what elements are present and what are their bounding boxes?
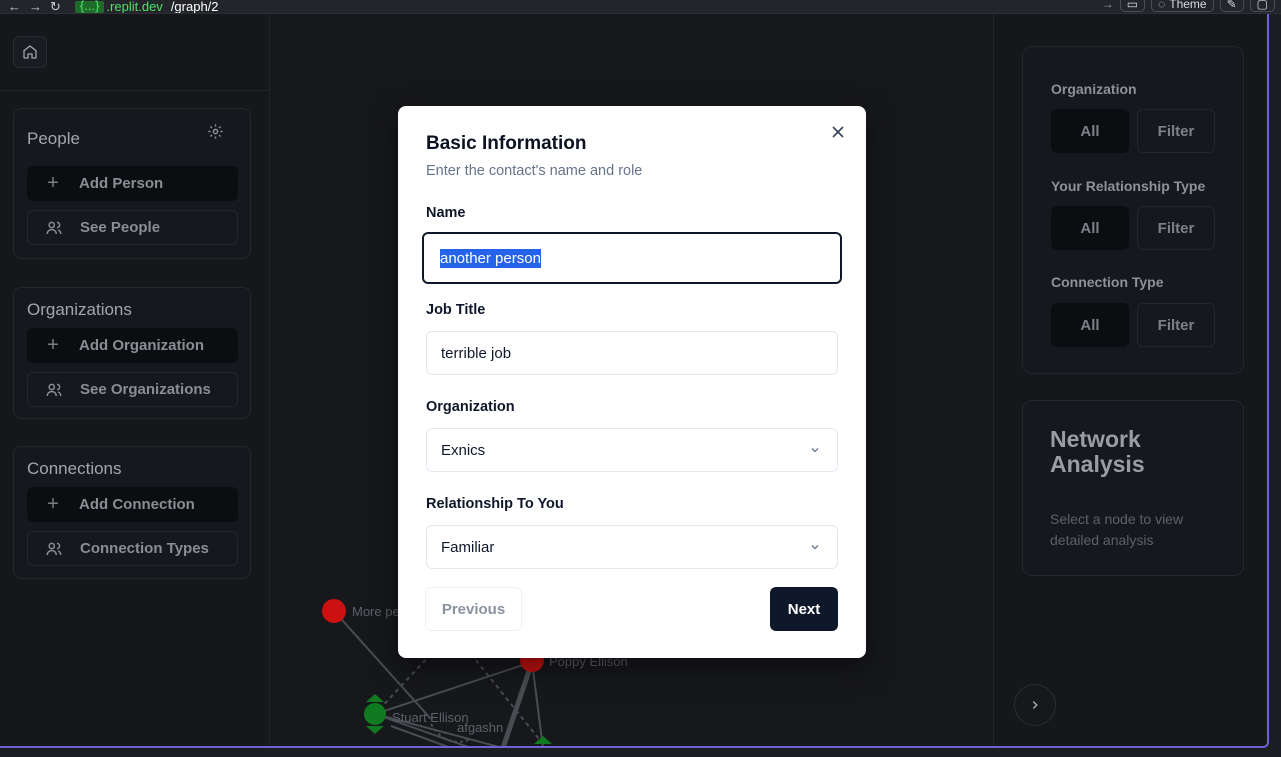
see-people-label: See People — [80, 219, 161, 236]
graph-node-marker — [366, 726, 384, 734]
plus-icon: + — [47, 493, 59, 515]
add-organization-button[interactable]: + Add Organization — [27, 328, 238, 363]
devices-button[interactable]: ▭ — [1119, 0, 1146, 12]
graph-edge — [531, 661, 544, 746]
expand-panel-button[interactable] — [1014, 684, 1056, 726]
name-label: Name — [426, 205, 466, 221]
organization-select[interactable]: Exnics — [426, 428, 838, 472]
name-value: another person — [440, 248, 541, 268]
plus-icon: + — [47, 334, 59, 356]
theme-label: Theme — [1169, 0, 1207, 11]
forward-arrow-icon[interactable]: → — [29, 0, 42, 13]
users-icon — [46, 383, 62, 396]
url-host[interactable]: .replit.dev — [106, 0, 162, 13]
add-connection-label: Add Connection — [79, 496, 195, 513]
close-button[interactable] — [830, 124, 846, 140]
job-title-label: Job Title — [426, 302, 486, 318]
see-organizations-button[interactable]: See Organizations — [27, 372, 238, 407]
relationship-filter-label: Your Relationship Type — [1051, 178, 1206, 194]
add-person-button[interactable]: + Add Person — [27, 166, 238, 201]
organization-filter-button[interactable]: Filter — [1137, 109, 1215, 153]
theme-button[interactable]: ◌ Theme — [1151, 0, 1214, 12]
monitor-icon: ▭ — [1126, 0, 1139, 11]
people-panel: People + Add Person See People — [13, 108, 251, 259]
relationship-label: Relationship To You — [426, 496, 564, 512]
add-person-label: Add Person — [79, 175, 164, 192]
see-organizations-label: See Organizations — [80, 381, 211, 398]
organization-all-button[interactable]: All — [1051, 109, 1129, 153]
job-title-value: terrible job — [441, 344, 512, 362]
close-icon — [832, 126, 844, 138]
home-icon — [23, 45, 37, 59]
plus-icon: + — [47, 172, 59, 194]
people-title: People — [27, 129, 80, 148]
connection-types-button[interactable]: Connection Types — [27, 531, 238, 566]
external-button[interactable]: ▢ — [1249, 0, 1275, 12]
connection-all-button[interactable]: All — [1051, 303, 1129, 347]
edit-button[interactable]: ✎ — [1219, 0, 1244, 12]
url-path[interactable]: /graph/2 — [171, 0, 219, 13]
connections-title: Connections — [27, 459, 122, 478]
relationship-filter-button[interactable]: Filter — [1137, 206, 1215, 250]
dialog-title: Basic Information — [426, 133, 587, 154]
connection-types-label: Connection Types — [80, 540, 209, 557]
organization-label: Organization — [426, 399, 515, 415]
graph-node-label: afgashn — [457, 720, 503, 735]
reload-icon[interactable]: ↻ — [50, 0, 61, 13]
connection-filter-label: Connection Type — [1051, 274, 1164, 290]
sidebar-divider — [0, 90, 270, 91]
organizations-panel: Organizations + Add Organization See Org… — [13, 287, 251, 419]
left-sidebar: People + Add Person See People Organizat… — [0, 14, 270, 746]
url-badge: {...} — [74, 0, 105, 13]
connections-panel: Connections + Add Connection Connection … — [13, 446, 251, 579]
graph-node[interactable] — [322, 599, 346, 623]
next-button[interactable]: Next — [770, 587, 838, 631]
chevron-down-icon — [811, 545, 819, 550]
graph-node[interactable] — [364, 703, 386, 725]
window-icon: ▢ — [1256, 0, 1268, 11]
add-organization-label: Add Organization — [79, 337, 204, 354]
job-title-input[interactable]: terrible job — [426, 331, 838, 375]
users-icon — [46, 221, 62, 234]
relationship-all-button[interactable]: All — [1051, 206, 1129, 250]
organization-filter-label: Organization — [1051, 81, 1137, 97]
users-icon — [46, 542, 62, 555]
palette-icon: ◌ — [1158, 0, 1166, 11]
dialog-subtitle: Enter the contact's name and role — [426, 163, 643, 179]
network-analysis-title: Network Analysis — [1050, 426, 1145, 477]
back-arrow-icon[interactable]: ← — [8, 0, 21, 13]
graph-node-label: More pe — [352, 604, 400, 619]
connection-filter-button[interactable]: Filter — [1137, 303, 1215, 347]
right-sidebar: Organization All Filter Your Relationshi… — [993, 14, 1267, 746]
previous-button[interactable]: Previous — [425, 587, 522, 631]
pencil-icon: ✎ — [1226, 0, 1237, 11]
chevron-right-icon — [1032, 700, 1038, 710]
graph-edge — [501, 661, 535, 746]
add-connection-button[interactable]: + Add Connection — [27, 487, 238, 522]
network-analysis-description: Select a node to view detailed analysis — [1050, 511, 1184, 548]
gear-icon[interactable] — [207, 123, 224, 140]
basic-information-dialog: Basic Information Enter the contact's na… — [398, 106, 866, 658]
filters-panel: Organization All Filter Your Relationshi… — [1022, 46, 1244, 374]
relationship-value: Familiar — [441, 538, 495, 556]
name-input[interactable]: another person — [420, 230, 844, 286]
graph-edge — [374, 661, 533, 715]
chevron-down-icon — [811, 448, 819, 453]
relationship-select[interactable]: Familiar — [426, 525, 838, 569]
browser-toolbar: ← → ↻ {...} .replit.dev /graph/2 → ▭ ◌ Th… — [0, 0, 1281, 14]
network-analysis-panel: Network Analysis Select a node to view d… — [1022, 400, 1244, 576]
share-arrow-icon[interactable]: → — [1102, 0, 1114, 11]
organization-value: Exnics — [441, 441, 486, 459]
see-people-button[interactable]: See People — [27, 210, 238, 245]
home-button[interactable] — [13, 36, 47, 68]
graph-node-marker — [366, 694, 384, 702]
organizations-title: Organizations — [27, 300, 132, 319]
